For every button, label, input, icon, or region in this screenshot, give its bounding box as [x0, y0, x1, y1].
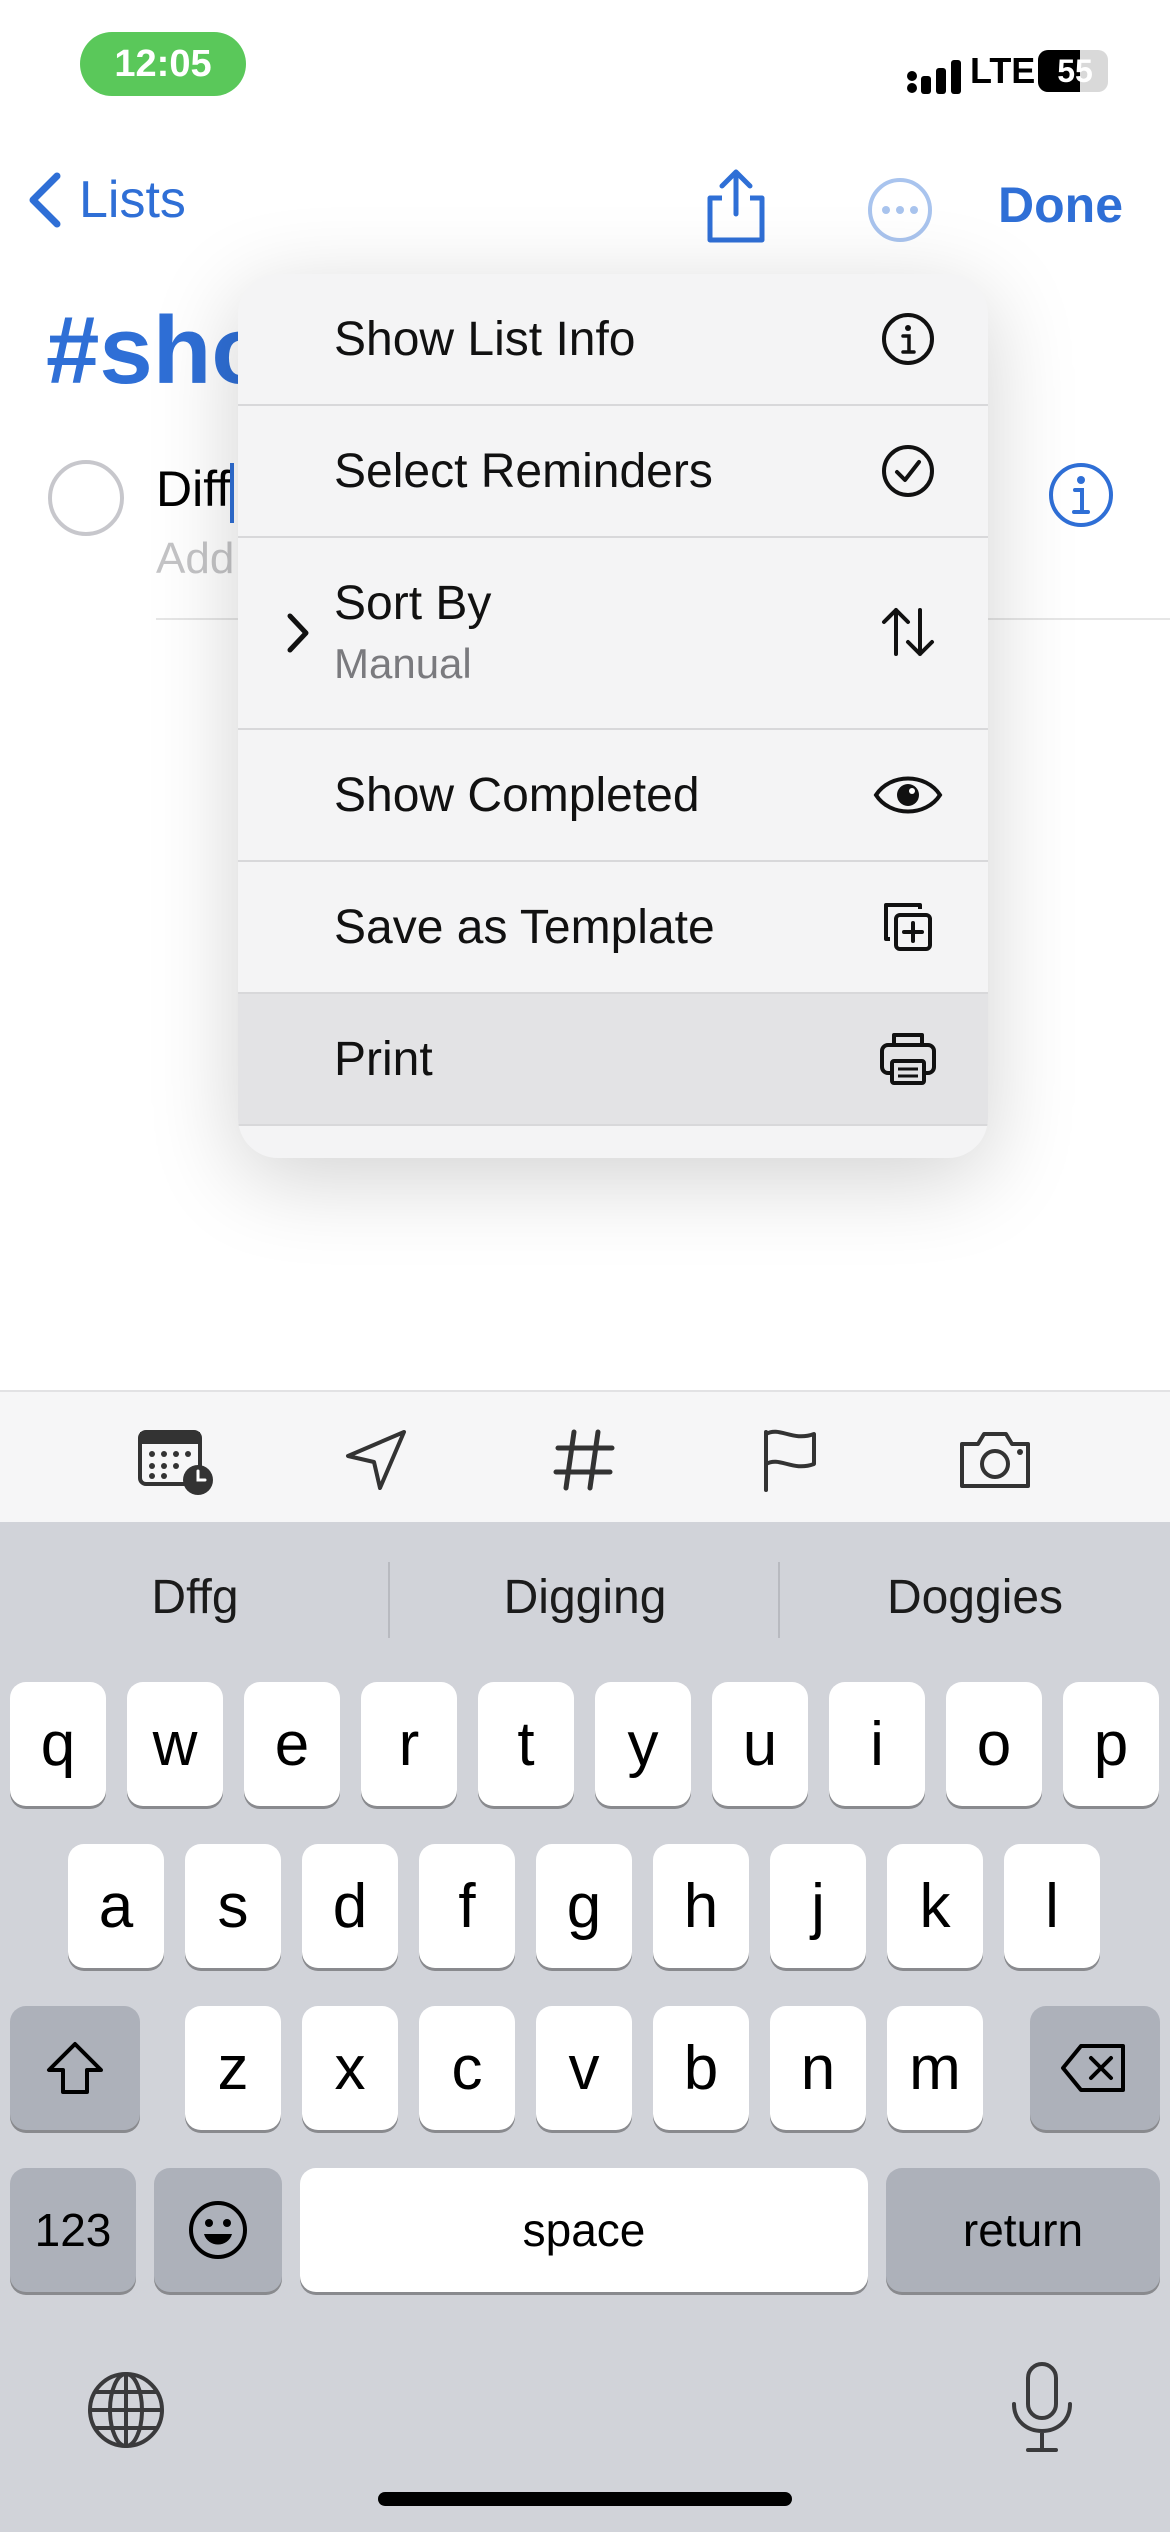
key-l[interactable]: l: [1004, 1844, 1100, 1968]
backspace-icon: [1061, 2044, 1125, 2092]
key-a[interactable]: a: [68, 1844, 164, 1968]
key-k[interactable]: k: [887, 1844, 983, 1968]
suggestion-2[interactable]: Digging: [390, 1570, 780, 1625]
delete-key[interactable]: [1030, 2006, 1160, 2130]
key-y[interactable]: y: [595, 1682, 691, 1806]
reminder-title-input[interactable]: Diff: [156, 460, 235, 523]
list-options-menu: Show List Info Select Reminders Sort By …: [238, 274, 988, 1158]
keyboard: Dffg Digging Doggies q w e r t y u i o p…: [0, 1522, 1170, 2532]
key-g[interactable]: g: [536, 1844, 632, 1968]
reminder-notes-placeholder[interactable]: Add: [156, 534, 234, 584]
key-b[interactable]: b: [653, 2006, 749, 2130]
checkmark-circle-icon: [882, 445, 934, 497]
menu-item-print[interactable]: Print: [238, 994, 988, 1126]
key-z[interactable]: z: [185, 2006, 281, 2130]
menu-item-label: Print: [334, 1033, 433, 1086]
key-w[interactable]: w: [127, 1682, 223, 1806]
info-circle-icon: [882, 313, 934, 365]
menu-item-label: Save as Template: [334, 901, 715, 954]
suggestion-1[interactable]: Dffg: [0, 1570, 390, 1625]
network-label: LTE: [970, 50, 1036, 91]
reminder-title-text: Diff: [156, 461, 231, 517]
key-s[interactable]: s: [185, 1844, 281, 1968]
space-key[interactable]: space: [300, 2168, 868, 2292]
key-u[interactable]: u: [712, 1682, 808, 1806]
menu-item-sublabel: Manual: [334, 640, 472, 687]
location-arrow-icon[interactable]: [340, 1424, 412, 1496]
key-v[interactable]: v: [536, 2006, 632, 2130]
emoji-smile-icon: [189, 2201, 247, 2259]
menu-item-select-reminders[interactable]: Select Reminders: [238, 406, 988, 538]
key-n[interactable]: n: [770, 2006, 866, 2130]
back-label: Lists: [79, 171, 186, 229]
printer-icon: [880, 1033, 936, 1085]
suggestion-3[interactable]: Doggies: [780, 1570, 1170, 1625]
back-button[interactable]: Lists: [25, 170, 186, 230]
done-button[interactable]: Done: [998, 176, 1123, 234]
quick-toolbar: [0, 1390, 1170, 1524]
cellular-signal-icon: [907, 60, 961, 94]
status-time: 12:05: [80, 32, 246, 96]
menu-item-label: Sort By: [334, 577, 492, 630]
key-q[interactable]: q: [10, 1682, 106, 1806]
battery-level: 55: [1057, 53, 1093, 89]
menu-item-save-as-template[interactable]: Save as Template: [238, 862, 988, 994]
emoji-key[interactable]: [154, 2168, 282, 2292]
chevron-left-icon: [29, 172, 61, 228]
key-j[interactable]: j: [770, 1844, 866, 1968]
return-key[interactable]: return: [886, 2168, 1160, 2292]
key-r[interactable]: r: [361, 1682, 457, 1806]
key-o[interactable]: o: [946, 1682, 1042, 1806]
key-x[interactable]: x: [302, 2006, 398, 2130]
microphone-icon[interactable]: [1002, 2358, 1082, 2458]
shift-key[interactable]: [10, 2006, 140, 2130]
shift-arrow-icon: [47, 2042, 103, 2094]
key-m[interactable]: m: [887, 2006, 983, 2130]
key-p[interactable]: p: [1063, 1682, 1159, 1806]
sort-arrows-icon: [882, 608, 934, 656]
menu-item-label: Show List Info: [334, 313, 636, 366]
calendar-clock-icon[interactable]: [136, 1424, 216, 1496]
more-ellipsis-icon[interactable]: [866, 176, 934, 244]
menu-item-sort-by[interactable]: Sort By Manual: [238, 538, 988, 730]
menu-item-label: Select Reminders: [334, 445, 713, 498]
key-f[interactable]: f: [419, 1844, 515, 1968]
list-title: #sho: [46, 297, 271, 404]
flag-icon[interactable]: [754, 1424, 826, 1496]
home-indicator: [378, 2492, 792, 2506]
key-h[interactable]: h: [653, 1844, 749, 1968]
hashtag-icon[interactable]: [548, 1424, 620, 1496]
globe-icon[interactable]: [84, 2368, 168, 2452]
key-t[interactable]: t: [478, 1682, 574, 1806]
camera-icon[interactable]: [954, 1424, 1036, 1496]
key-d[interactable]: d: [302, 1844, 398, 1968]
reminder-complete-toggle[interactable]: [48, 460, 124, 536]
share-icon[interactable]: [700, 164, 772, 246]
numbers-key[interactable]: 123: [10, 2168, 136, 2292]
chevron-right-icon: [287, 613, 309, 653]
eye-icon: [873, 776, 943, 814]
text-cursor: [230, 462, 235, 523]
key-c[interactable]: c: [419, 2006, 515, 2130]
reminder-info-icon[interactable]: [1046, 460, 1116, 530]
key-i[interactable]: i: [829, 1682, 925, 1806]
menu-item-label: Show Completed: [334, 769, 700, 822]
menu-item-show-completed[interactable]: Show Completed: [238, 730, 988, 862]
key-e[interactable]: e: [244, 1682, 340, 1806]
duplicate-plus-icon: [884, 903, 932, 951]
menu-item-show-list-info[interactable]: Show List Info: [238, 274, 988, 406]
